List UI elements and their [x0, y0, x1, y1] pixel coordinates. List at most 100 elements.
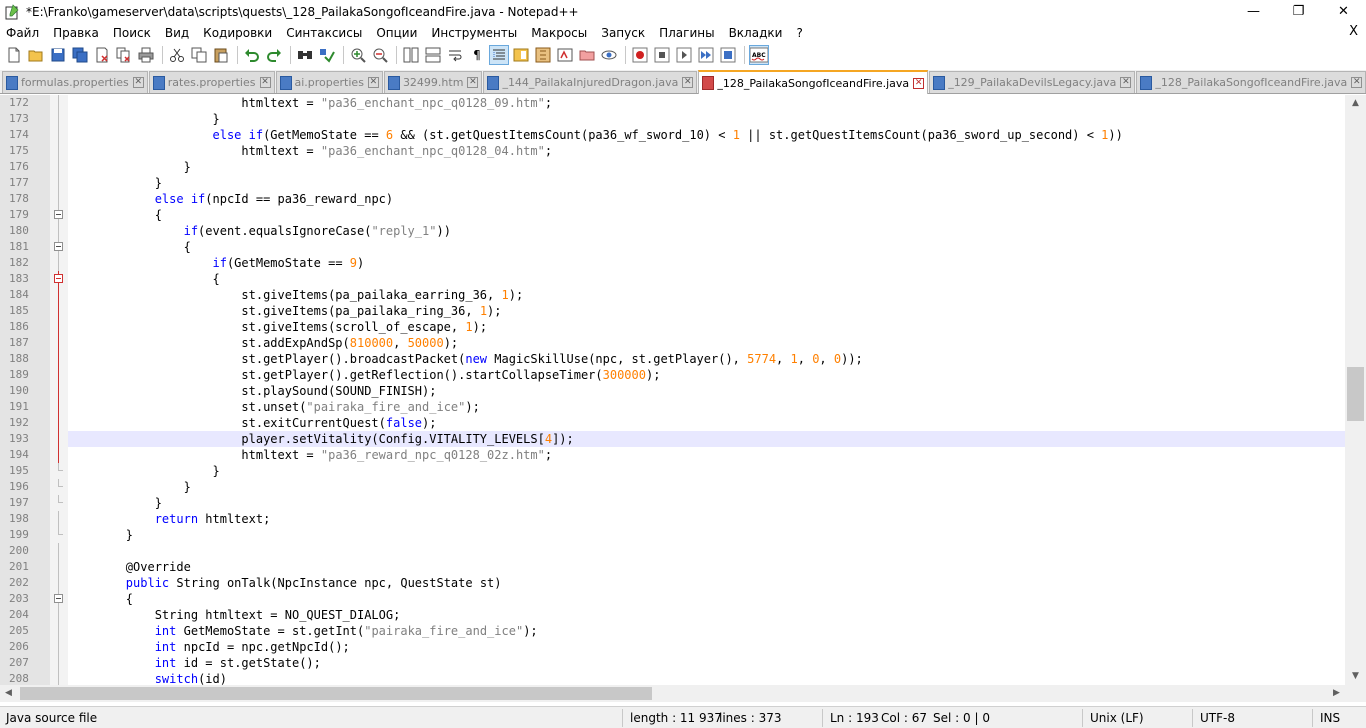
- paste-icon[interactable]: [211, 45, 231, 65]
- horizontal-scroll-thumb[interactable]: [20, 687, 652, 700]
- horizontal-scrollbar[interactable]: ◀ ▶: [0, 685, 1345, 702]
- fold-marker[interactable]: [50, 271, 68, 287]
- menu-help[interactable]: ?: [789, 26, 809, 40]
- zoom-out-icon[interactable]: [370, 45, 390, 65]
- save-all-icon[interactable]: [70, 45, 90, 65]
- tab-close-icon[interactable]: ✕: [132, 77, 144, 88]
- tab-close-icon[interactable]: ✕: [1120, 77, 1132, 88]
- show-all-chars-icon[interactable]: ¶: [467, 45, 487, 65]
- print-icon[interactable]: [136, 45, 156, 65]
- code-text[interactable]: if(event.equalsIgnoreCase("reply_1")): [68, 223, 451, 239]
- code-line[interactable]: 179 {: [0, 207, 1345, 223]
- run-macro-icon[interactable]: [696, 45, 716, 65]
- code-line[interactable]: 191 st.unset("pairaka_fire_and_ice");: [0, 399, 1345, 415]
- zoom-in-icon[interactable]: [348, 45, 368, 65]
- code-line[interactable]: 174 else if(GetMemoState == 6 && (st.get…: [0, 127, 1345, 143]
- menu-run[interactable]: Запуск: [594, 26, 652, 40]
- code-line[interactable]: 199 }: [0, 527, 1345, 543]
- code-line[interactable]: 188 st.getPlayer().broadcastPacket(new M…: [0, 351, 1345, 367]
- code-text[interactable]: st.giveItems(pa_pailaka_ring_36, 1);: [68, 303, 501, 319]
- menu-language[interactable]: Синтаксисы: [279, 26, 369, 40]
- fold-marker[interactable]: [50, 239, 68, 255]
- code-line[interactable]: 172 htmltext = "pa36_enchant_npc_q0128_0…: [0, 95, 1345, 111]
- code-text[interactable]: st.addExpAndSp(810000, 50000);: [68, 335, 458, 351]
- code-line[interactable]: 201 @Override: [0, 559, 1345, 575]
- code-text[interactable]: else if(npcId == pa36_reward_npc): [68, 191, 393, 207]
- code-text[interactable]: st.getPlayer().getReflection().startColl…: [68, 367, 660, 383]
- scroll-down-icon[interactable]: ▼: [1345, 668, 1366, 685]
- code-text[interactable]: int GetMemoState = st.getInt("pairaka_fi…: [68, 623, 538, 639]
- close-icon[interactable]: [92, 45, 112, 65]
- tab-formulas-properties[interactable]: formulas.properties ✕: [2, 71, 148, 93]
- code-line[interactable]: 195 }: [0, 463, 1345, 479]
- indent-guide-icon[interactable]: [489, 45, 509, 65]
- code-text[interactable]: {: [68, 591, 133, 607]
- code-text[interactable]: switch(id): [68, 671, 227, 685]
- tab-128-pailaka-song-of-ice-and-fire-active[interactable]: _128_PailakaSongofIceandFire.java ✕: [698, 70, 929, 94]
- tab-close-icon[interactable]: ✕: [913, 77, 925, 89]
- fold-collapse-icon[interactable]: [54, 274, 63, 283]
- code-line[interactable]: 190 st.playSound(SOUND_FINISH);: [0, 383, 1345, 399]
- code-text[interactable]: st.getPlayer().broadcastPacket(new Magic…: [68, 351, 862, 367]
- code-text[interactable]: int npcId = npc.getNpcId();: [68, 639, 350, 655]
- tab-close-icon[interactable]: ✕: [682, 77, 694, 88]
- code-text[interactable]: htmltext = "pa36_enchant_npc_q0128_04.ht…: [68, 143, 552, 159]
- code-line[interactable]: 183 {: [0, 271, 1345, 287]
- code-text[interactable]: {: [68, 207, 162, 223]
- folder-workspace-icon[interactable]: [555, 45, 575, 65]
- menu-tabs[interactable]: Вкладки: [722, 26, 790, 40]
- scroll-left-icon[interactable]: ◀: [0, 685, 17, 702]
- open-file-icon[interactable]: [26, 45, 46, 65]
- sync-h-icon[interactable]: [423, 45, 443, 65]
- minimize-button[interactable]: —: [1231, 0, 1276, 23]
- undo-icon[interactable]: [242, 45, 262, 65]
- code-line[interactable]: 205 int GetMemoState = st.getInt("pairak…: [0, 623, 1345, 639]
- vertical-scrollbar[interactable]: ▲ ▼: [1345, 95, 1366, 685]
- play-macro-icon[interactable]: [674, 45, 694, 65]
- code-text[interactable]: st.unset("pairaka_fire_and_ice");: [68, 399, 479, 415]
- code-text[interactable]: int id = st.getState();: [68, 655, 321, 671]
- vertical-scroll-thumb[interactable]: [1347, 367, 1364, 421]
- scroll-right-icon[interactable]: ▶: [1328, 685, 1345, 702]
- code-text[interactable]: else if(GetMemoState == 6 && (st.getQues…: [68, 127, 1123, 143]
- code-line[interactable]: 186 st.giveItems(scroll_of_escape, 1);: [0, 319, 1345, 335]
- code-line[interactable]: 187 st.addExpAndSp(810000, 50000);: [0, 335, 1345, 351]
- redo-icon[interactable]: [264, 45, 284, 65]
- cut-icon[interactable]: [167, 45, 187, 65]
- spellcheck-icon[interactable]: ABC: [749, 45, 769, 65]
- menu-encoding[interactable]: Кодировки: [196, 26, 279, 40]
- code-text[interactable]: st.giveItems(pa_pailaka_earring_36, 1);: [68, 287, 523, 303]
- code-line[interactable]: 184 st.giveItems(pa_pailaka_earring_36, …: [0, 287, 1345, 303]
- code-text[interactable]: {: [68, 239, 191, 255]
- tab-close-icon[interactable]: ✕: [259, 77, 271, 88]
- code-line[interactable]: 204 String htmltext = NO_QUEST_DIALOG;: [0, 607, 1345, 623]
- fold-collapse-icon[interactable]: [54, 242, 63, 251]
- tab-close-icon[interactable]: ✕: [1351, 77, 1363, 88]
- code-line[interactable]: 198 return htmltext;: [0, 511, 1345, 527]
- tab-close-icon[interactable]: ✕: [467, 77, 479, 88]
- save-icon[interactable]: [48, 45, 68, 65]
- code-line[interactable]: 185 st.giveItems(pa_pailaka_ring_36, 1);: [0, 303, 1345, 319]
- code-text[interactable]: st.playSound(SOUND_FINISH);: [68, 383, 436, 399]
- monitor-icon[interactable]: [599, 45, 619, 65]
- fold-marker[interactable]: [50, 207, 68, 223]
- code-text[interactable]: }: [68, 463, 219, 479]
- fold-marker[interactable]: [50, 591, 68, 607]
- code-text[interactable]: @Override: [68, 559, 191, 575]
- tab-129-pailaka-devils-legacy[interactable]: _129_PailakaDevilsLegacy.java ✕: [929, 71, 1136, 93]
- code-line[interactable]: 176 }: [0, 159, 1345, 175]
- code-text[interactable]: htmltext = "pa36_reward_npc_q0128_02z.ht…: [68, 447, 552, 463]
- fold-collapse-icon[interactable]: [54, 594, 63, 603]
- tab-close-icon[interactable]: ✕: [367, 77, 379, 88]
- close-all-icon[interactable]: [114, 45, 134, 65]
- code-text[interactable]: public String onTalk(NpcInstance npc, Qu…: [68, 575, 502, 591]
- code-text[interactable]: }: [68, 527, 133, 543]
- menu-settings[interactable]: Опции: [369, 26, 424, 40]
- code-text[interactable]: }: [68, 111, 219, 127]
- tab-144-pailaka-injured-dragon[interactable]: _144_PailakaInjuredDragon.java ✕: [483, 71, 698, 93]
- copy-icon[interactable]: [189, 45, 209, 65]
- scroll-up-icon[interactable]: ▲: [1345, 95, 1366, 112]
- code-line[interactable]: 180 if(event.equalsIgnoreCase("reply_1")…: [0, 223, 1345, 239]
- code-line[interactable]: 178 else if(npcId == pa36_reward_npc): [0, 191, 1345, 207]
- save-macro-icon[interactable]: [718, 45, 738, 65]
